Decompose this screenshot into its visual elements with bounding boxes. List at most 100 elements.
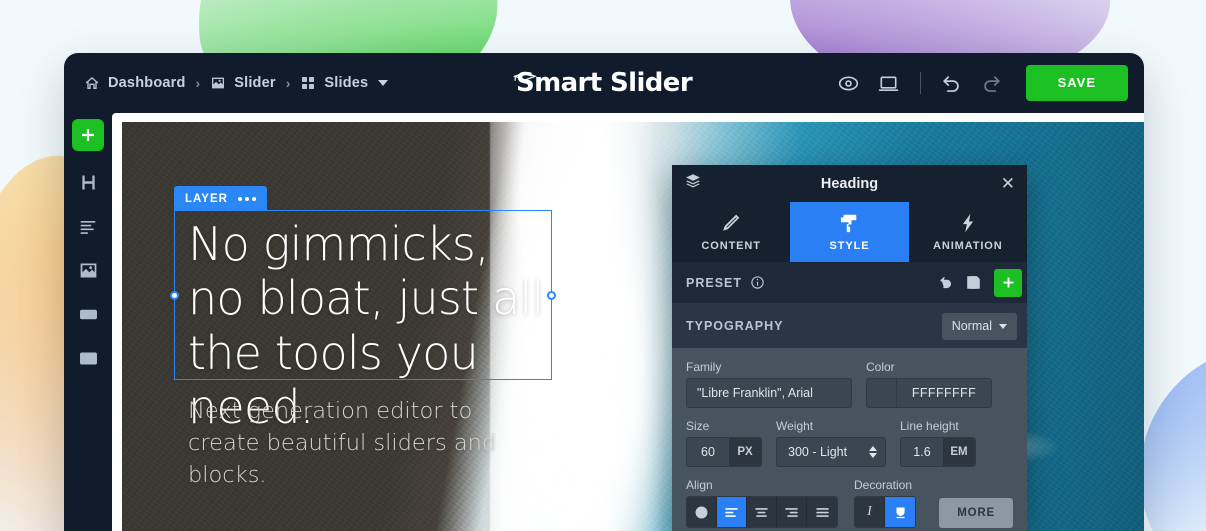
resize-handle-right[interactable]: [547, 290, 556, 300]
image-icon: [210, 75, 226, 91]
font-weight-value: 300 - Light: [788, 445, 848, 459]
header-actions: SAVE: [837, 65, 1128, 101]
tab-content[interactable]: CONTENT: [672, 202, 790, 262]
tab-label: CONTENT: [701, 240, 761, 252]
align-justify-icon: [815, 507, 829, 517]
layer-badge-label: LAYER: [185, 192, 228, 205]
size-weight-lineheight-row: Size 60 PX Weight 300 - Light Line heigh…: [686, 419, 1013, 467]
paint-roller-icon: [841, 214, 857, 233]
decoration-button-group: I: [854, 496, 916, 528]
tab-animation[interactable]: ANIMATION: [909, 202, 1027, 262]
breadcrumb-label: Slider: [234, 75, 276, 91]
font-family-field: Family "Libre Franklin", Arial: [686, 360, 852, 408]
undo-icon[interactable]: [940, 71, 964, 95]
layer-selection-box[interactable]: LAYER: [170, 186, 556, 380]
breadcrumb-label: Slides: [324, 75, 369, 91]
breadcrumb-label: Dashboard: [108, 75, 186, 91]
line-height-label: Line height: [900, 419, 959, 433]
breadcrumb: Dashboard › Slider › Slides: [84, 75, 389, 91]
typography-fields: Family "Libre Franklin", Arial Color FFF…: [672, 348, 1027, 528]
device-icon[interactable]: [877, 71, 901, 95]
breadcrumb-item-slides[interactable]: Slides: [300, 75, 389, 91]
preset-row: PRESET: [672, 262, 1027, 304]
close-icon[interactable]: ✕: [1001, 175, 1015, 192]
color-hex-input[interactable]: FFFFFFFF: [896, 378, 992, 408]
typography-state-select[interactable]: Normal: [941, 312, 1017, 340]
chevron-down-icon[interactable]: [378, 80, 389, 86]
info-icon[interactable]: [750, 275, 765, 290]
preset-actions: [938, 268, 1022, 297]
font-weight-field: Weight 300 - Light: [776, 419, 886, 467]
font-color-label: Color: [866, 360, 895, 374]
font-size-unit[interactable]: PX: [729, 438, 761, 466]
sidebar-item-button[interactable]: [74, 301, 102, 327]
layer-badge[interactable]: LAYER: [174, 186, 267, 211]
lightning-icon: [962, 213, 973, 233]
typography-label: TYPOGRAPHY: [686, 319, 784, 333]
color-swatch[interactable]: [866, 378, 896, 408]
slide-subtitle-text[interactable]: Next generation editor to create beautif…: [188, 396, 548, 492]
italic-button[interactable]: I: [855, 497, 885, 527]
font-size-field: Size 60 PX: [686, 419, 762, 467]
panel-header: Heading ✕: [672, 165, 1027, 202]
blue-blob: [1140, 345, 1206, 531]
align-right-button[interactable]: [777, 497, 807, 527]
sidebar-item-text[interactable]: [74, 213, 102, 239]
settings-panel: Heading ✕ CONTENT STYLE ANIMATION PRESET: [672, 165, 1027, 531]
align-decoration-row: Align Decoration I MORE: [686, 478, 1013, 528]
editor-header: Dashboard › Slider › Slides Smart Slider: [64, 53, 1144, 113]
add-layer-button[interactable]: [72, 119, 104, 151]
layer-toolbar: [64, 113, 112, 531]
redo-icon[interactable]: [980, 71, 1004, 95]
tab-style[interactable]: STYLE: [790, 202, 909, 262]
align-field: Align: [686, 478, 838, 528]
typography-row: TYPOGRAPHY Normal: [672, 304, 1027, 348]
align-center-icon: [755, 507, 768, 517]
grid-icon: [300, 75, 316, 91]
breadcrumb-item-dashboard[interactable]: Dashboard: [84, 75, 186, 91]
line-height-unit[interactable]: EM: [943, 438, 975, 466]
add-preset-button[interactable]: [994, 268, 1022, 297]
font-size-input[interactable]: 60 PX: [686, 437, 762, 467]
underline-icon: [895, 507, 905, 518]
preview-icon[interactable]: [837, 71, 861, 95]
resize-handle-left[interactable]: [170, 290, 179, 300]
save-preset-icon[interactable]: [965, 274, 982, 291]
typography-state-value: Normal: [951, 319, 992, 333]
font-weight-select[interactable]: 300 - Light: [776, 437, 886, 467]
italic-label: I: [867, 504, 872, 519]
align-left-button[interactable]: [717, 497, 747, 527]
breadcrumb-item-slider[interactable]: Slider: [210, 75, 276, 91]
tab-label: STYLE: [829, 240, 870, 252]
breadcrumb-separator: ›: [285, 75, 291, 91]
align-none-button[interactable]: [687, 497, 717, 527]
underline-button[interactable]: [885, 497, 915, 527]
preset-label: PRESET: [686, 275, 743, 290]
font-size-value[interactable]: 60: [687, 438, 729, 466]
stepper-icon[interactable]: [869, 446, 877, 458]
sidebar-item-row[interactable]: [74, 345, 102, 371]
reset-preset-icon[interactable]: [938, 274, 955, 291]
line-height-input[interactable]: 1.6 EM: [900, 437, 976, 467]
save-button[interactable]: SAVE: [1025, 65, 1128, 101]
sidebar-item-heading[interactable]: [74, 169, 102, 195]
layer-options-icon[interactable]: [237, 196, 256, 201]
no-align-icon: [695, 506, 708, 518]
font-family-label: Family: [686, 360, 722, 374]
align-right-icon: [785, 507, 798, 517]
family-color-row: Family "Libre Franklin", Arial Color FFF…: [686, 360, 1013, 408]
align-center-button[interactable]: [747, 497, 777, 527]
font-size-label: Size: [686, 419, 710, 433]
line-height-field: Line height 1.6 EM: [900, 419, 976, 467]
more-button[interactable]: MORE: [939, 498, 1013, 528]
sidebar-item-image[interactable]: [74, 257, 102, 283]
font-family-input[interactable]: "Libre Franklin", Arial: [686, 378, 852, 408]
font-weight-label: Weight: [776, 419, 814, 433]
decoration-field: Decoration I: [854, 478, 916, 528]
align-left-icon: [725, 507, 738, 517]
line-height-value[interactable]: 1.6: [901, 438, 943, 466]
align-justify-button[interactable]: [807, 497, 837, 527]
align-button-group: [686, 496, 838, 528]
logo-text: Smart Slider: [512, 68, 693, 98]
graduation-cap-icon: [512, 61, 538, 81]
